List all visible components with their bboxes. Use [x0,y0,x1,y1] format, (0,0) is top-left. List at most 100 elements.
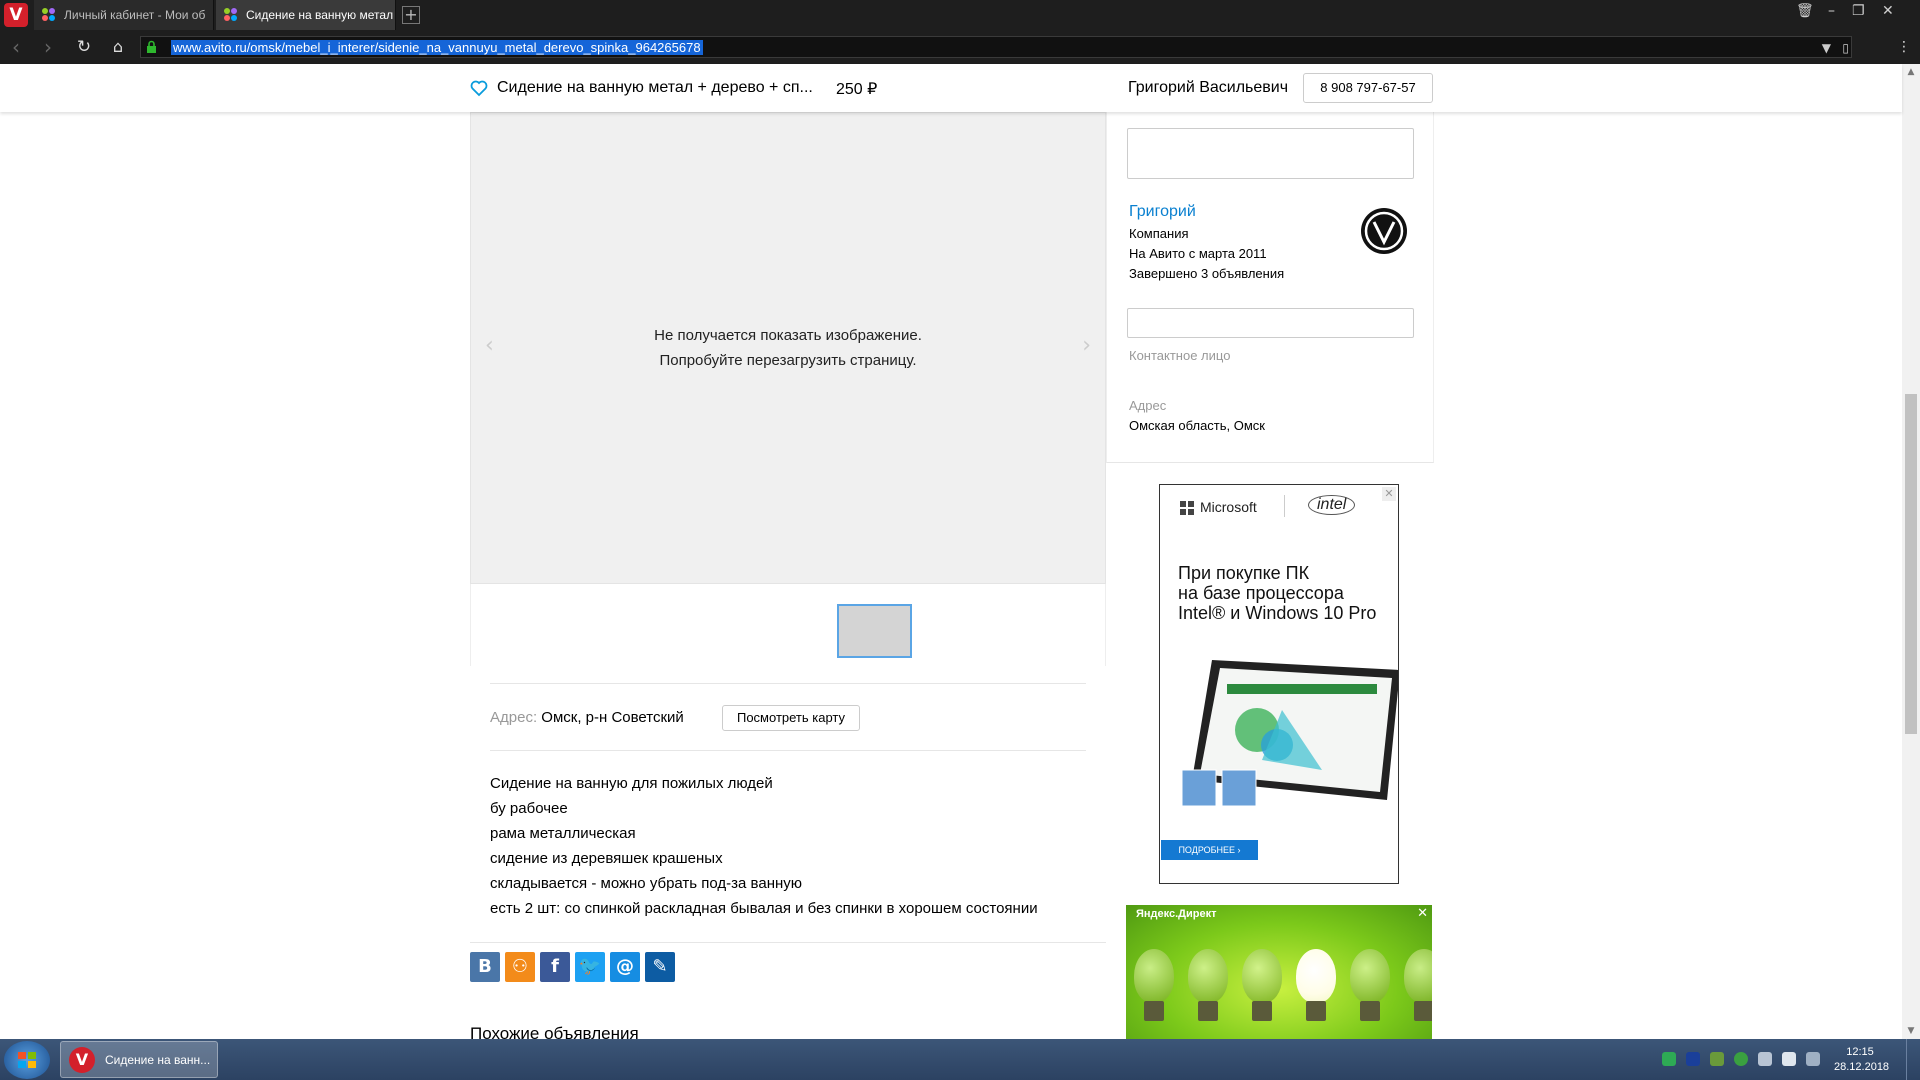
share-ok-button[interactable]: ⚇ [505,952,535,982]
trash-icon[interactable]: 🗑 [1796,3,1814,19]
twitter-icon: 🐦 [578,956,602,977]
start-button[interactable] [4,1041,50,1079]
yandex-direct-ad[interactable]: Яндекс.Директ ✕ [1126,905,1432,1039]
seller-action-box[interactable] [1127,128,1414,179]
ad-headline-line: на базе процессора [1178,583,1344,603]
address-label: Адрес: [490,709,538,726]
sticky-item-header: Сидение на ванную метал + дерево + сп...… [0,64,1902,112]
taskbar-vivaldi-window[interactable]: V Сидение на ванн... [60,1041,218,1078]
seller-name-header[interactable]: Григорий Васильевич [1128,79,1288,97]
description-line: Сидение на ванную для пожилых людей [490,775,773,792]
minimize-button[interactable]: – [1828,3,1835,19]
share-mail-button[interactable]: @ [610,952,640,982]
description-line: бу рабочее [490,800,568,817]
network-tray-icon[interactable] [1710,1052,1724,1066]
share-vk-button[interactable]: В [470,952,500,982]
intel-logo: intel [1308,495,1356,515]
bookmark-icon[interactable]: ▯ [1842,41,1849,55]
seller-address-label: Адрес [1129,398,1167,413]
restore-button[interactable]: ❐ [1852,3,1865,19]
avito-icon [42,8,56,22]
ad-more-button[interactable]: ПОДРОБНЕЕ › [1161,840,1258,860]
divider [490,683,1086,684]
laptop-illustration [1182,660,1398,807]
share-livejournal-button[interactable]: ✎ [645,952,675,982]
close-window-button[interactable]: ✕ [1882,3,1894,19]
scroll-down-arrow[interactable]: ▼ [1902,1023,1920,1039]
description-line: есть 2 шт: со спинкой раскладная бывалая… [490,900,1038,917]
clock-date: 28.12.2018 [1834,1061,1890,1073]
url-field[interactable]: www.avito.ru/omsk/mebel_i_interer/sideni… [140,36,1852,58]
description-line: рама металлическая [490,825,636,842]
divider [470,942,1106,943]
home-button[interactable]: ⌂ [106,35,130,59]
tab-current-listing[interactable]: Сидение на ванную метал [216,0,396,30]
lock-icon [147,40,156,53]
bulb-image [1134,949,1174,1003]
seller-panel: Григорий Компания На Авито с марта 2011 … [1106,112,1434,463]
language-tray-icon[interactable] [1686,1052,1700,1066]
microsoft-icon [1180,501,1194,515]
show-map-button[interactable]: Посмотреть карту [722,705,860,731]
vivaldi-menu-button[interactable]: V [4,3,28,27]
seller-address-value: Омская область, Омск [1129,418,1265,433]
image-thumbnail[interactable] [837,604,912,658]
bulb-image [1404,949,1432,1003]
favorite-heart-icon[interactable] [470,79,488,97]
settings-menu-icon[interactable]: ⋮ [1892,35,1916,59]
windows-logo-icon [18,1052,36,1068]
ad-close-button[interactable]: ✕ [1417,906,1428,921]
address-value: Омск, р-н Советский [541,709,684,726]
thumbnail-strip [470,584,1106,666]
url-text: www.avito.ru/omsk/mebel_i_interer/sideni… [171,40,703,55]
contact-person-label: Контактное лицо [1129,348,1231,363]
show-desktop-button[interactable] [1906,1039,1920,1080]
description-line: складывается - можно убрать под-за ванну… [490,875,803,892]
reload-button[interactable]: ↻ [72,35,96,59]
seller-since: На Авито с марта 2011 [1129,246,1267,261]
clock-time: 12:15 [1846,1046,1874,1058]
bulb-base [1414,1001,1432,1021]
scrollbar-thumb[interactable] [1905,394,1917,734]
item-description: Сидение на ванную для пожилых людей бу р… [490,771,1038,921]
bulb-base [1198,1001,1218,1021]
seller-completed: Завершено 3 объявления [1129,266,1285,281]
windows-taskbar: V Сидение на ванн... 12:15 28.12.2018 [0,1039,1920,1080]
volume-tray-icon[interactable] [1758,1052,1772,1066]
tab-label: Сидение на ванную метал [246,8,394,22]
display-tray-icon[interactable] [1806,1052,1820,1066]
page-scrollbar[interactable]: ▲ ▼ [1902,64,1920,1039]
microsoft-label: Microsoft [1200,499,1257,515]
similar-ads-heading: Похожие объявления [470,1024,639,1039]
ad-close-button[interactable]: ✕ [1382,487,1396,501]
seller-name-link[interactable]: Григорий [1129,203,1196,221]
bulb-image [1242,949,1282,1003]
bulb-base [1252,1001,1272,1021]
subscribe-box[interactable] [1127,308,1414,338]
security-tray-icon[interactable] [1662,1052,1676,1066]
action-center-flag-icon[interactable] [1782,1052,1796,1066]
ad-headline-line: При покупке ПК [1178,563,1310,583]
microsoft-logo: Microsoft [1180,499,1257,515]
divider [1284,495,1285,517]
back-button[interactable]: ‹ [4,35,28,59]
ok-icon: ⚇ [511,956,529,977]
livejournal-icon: ✎ [652,956,668,977]
taskbar-clock[interactable]: 12:15 28.12.2018 [1834,1045,1890,1075]
share-facebook-button[interactable]: f [540,952,570,982]
company-logo-icon [1364,211,1404,251]
forward-button[interactable]: › [36,35,60,59]
scroll-up-arrow[interactable]: ▲ [1902,64,1920,80]
image-gallery[interactable]: ‹ › Не получается показать изображение. … [470,112,1106,584]
share-twitter-button[interactable]: 🐦 [575,952,605,982]
ad-headline: При покупке ПК на базе процессора Intel®… [1178,563,1376,623]
tab-my-account[interactable]: Личный кабинет - Мои об [34,0,214,30]
intel-ad-banner[interactable]: ✕ Microsoft intel При покупке ПК на базе… [1159,484,1399,884]
company-logo[interactable] [1361,208,1407,254]
history-dropdown-icon[interactable]: ▼ [1822,41,1831,55]
new-tab-button[interactable]: + [402,6,420,24]
torrent-tray-icon[interactable] [1734,1052,1748,1066]
description-line: сидение из деревяшек крашеных [490,850,723,867]
phone-button[interactable]: 8 908 797-67-57 [1303,73,1433,103]
yandex-direct-label: Яндекс.Директ [1136,908,1217,920]
